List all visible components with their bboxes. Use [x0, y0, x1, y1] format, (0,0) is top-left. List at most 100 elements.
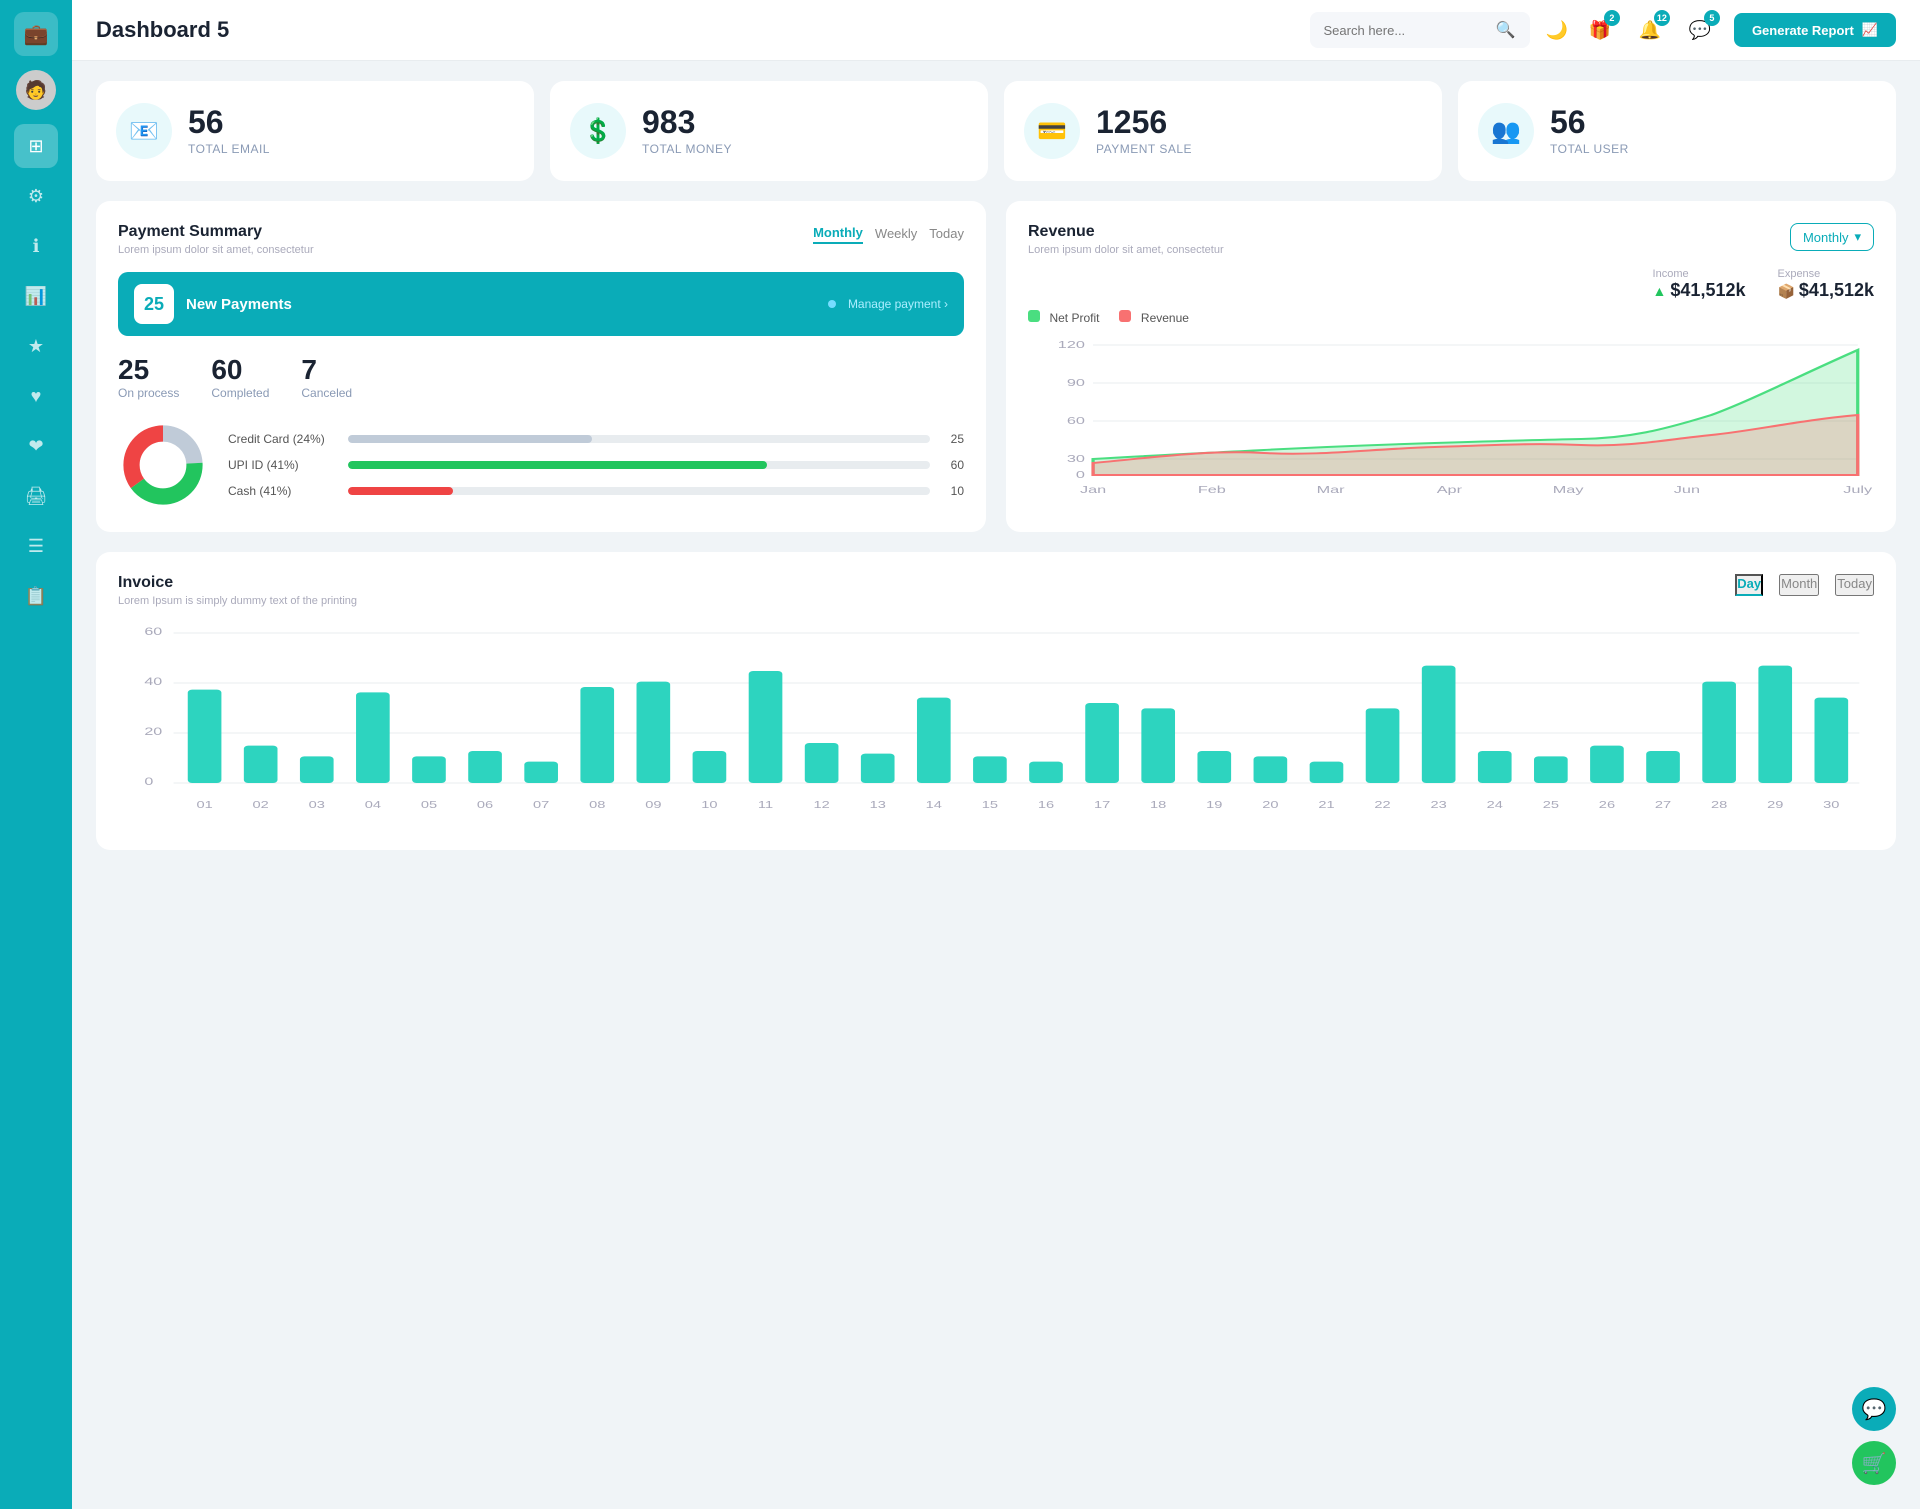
bar-label-28: 28 [1711, 799, 1727, 810]
bar-30 [1814, 698, 1848, 783]
bar-28 [1702, 682, 1736, 783]
bar-27 [1646, 751, 1680, 783]
middle-row: Payment Summary Lorem ipsum dolor sit am… [96, 201, 1896, 532]
bar-25 [1534, 756, 1568, 783]
content-area: 📧 56 TOTAL EMAIL 💲 983 TOTAL MONEY 💳 125… [72, 61, 1920, 870]
chat-badge: 5 [1704, 10, 1720, 26]
revenue-legend: Net Profit Revenue [1028, 309, 1874, 327]
search-input[interactable] [1324, 23, 1488, 38]
payment-summary-header: Payment Summary Lorem ipsum dolor sit am… [118, 223, 964, 256]
bar-18 [1141, 708, 1175, 783]
gift-icon-btn[interactable]: 🎁 2 [1582, 12, 1618, 48]
bar-4 [356, 692, 390, 783]
bar-label-13: 13 [870, 799, 886, 810]
revenue-subtitle: Lorem ipsum dolor sit amet, consectetur [1028, 244, 1224, 256]
tab-weekly[interactable]: Weekly [875, 223, 917, 244]
income-expense-row: Income ▲$41,512k Expense 📦$41,512k [1028, 268, 1874, 301]
page-title: Dashboard 5 [96, 17, 1294, 43]
pb-credit-track [348, 435, 930, 443]
payment-summary-card: Payment Summary Lorem ipsum dolor sit am… [96, 201, 986, 532]
search-box[interactable]: 🔍 [1310, 12, 1530, 48]
svg-text:July: July [1843, 484, 1872, 495]
sidebar-item-info[interactable]: ℹ [14, 224, 58, 268]
bar-1 [188, 690, 222, 783]
invoice-tab-month[interactable]: Month [1779, 574, 1819, 596]
sidebar-item-print[interactable]: 🖨 [14, 474, 58, 518]
dark-mode-icon[interactable]: 🌙 [1546, 20, 1568, 41]
pb-credit-val: 25 [940, 432, 964, 446]
pb-upi-val: 60 [940, 458, 964, 472]
pb-cash-fill [348, 487, 453, 495]
manage-payment-link[interactable]: Manage payment › [848, 297, 948, 311]
money-number: 983 [642, 106, 732, 138]
bar-label-24: 24 [1487, 799, 1503, 810]
bar-5 [412, 756, 446, 783]
svg-text:60: 60 [1067, 415, 1085, 426]
invoice-bar-chart: 60 40 20 0 01020304050607080910111213141… [118, 623, 1874, 828]
email-icon: 📧 [116, 103, 172, 159]
revenue-legend-label: Revenue [1141, 311, 1189, 325]
sidebar-item-chart[interactable]: 📊 [14, 274, 58, 318]
svg-text:20: 20 [144, 725, 162, 737]
pb-cash-val: 10 [940, 484, 964, 498]
cart-fab[interactable]: 🛒 [1852, 1441, 1896, 1485]
sidebar-item-list[interactable]: ☰ [14, 524, 58, 568]
header: Dashboard 5 🔍 🌙 🎁 2 🔔 12 💬 5 Generate Re… [72, 0, 1920, 61]
bar-label-25: 25 [1543, 799, 1559, 810]
stat-card-user: 👥 56 TOTAL USER [1458, 81, 1896, 181]
payment-summary-subtitle: Lorem ipsum dolor sit amet, consectetur [118, 244, 314, 256]
stat-card-money: 💲 983 TOTAL MONEY [550, 81, 988, 181]
completed-num: 60 [211, 354, 269, 386]
sidebar-item-star[interactable]: ★ [14, 324, 58, 368]
revenue-chart: 120 90 60 30 0 Jan Feb Mar Apr [1028, 335, 1874, 495]
revenue-monthly-dropdown[interactable]: Monthly ▾ [1790, 223, 1874, 251]
user-avatar[interactable]: 🧑 [16, 70, 56, 110]
sidebar-item-heart2[interactable]: ❤ [14, 424, 58, 468]
bar-17 [1085, 703, 1119, 783]
svg-text:May: May [1553, 484, 1584, 495]
bar-label-19: 19 [1206, 799, 1222, 810]
bar-24 [1478, 751, 1512, 783]
bar-chart-icon: 📈 [1862, 22, 1878, 38]
bar-label-29: 29 [1767, 799, 1783, 810]
bar-7 [524, 762, 558, 783]
pb-credit-fill [348, 435, 592, 443]
invoice-subtitle: Lorem Ipsum is simply dummy text of the … [118, 595, 357, 607]
tab-today[interactable]: Today [929, 223, 964, 244]
stat-card-payment: 💳 1256 PAYMENT SALE [1004, 81, 1442, 181]
svg-text:90: 90 [1067, 377, 1085, 388]
bar-19 [1197, 751, 1231, 783]
email-label: TOTAL EMAIL [188, 142, 270, 156]
completed-stat: 60 Completed [211, 354, 269, 400]
bar-label-6: 06 [477, 799, 493, 810]
invoice-tabs: Day Month Today [1735, 574, 1874, 596]
generate-report-button[interactable]: Generate Report 📈 [1734, 13, 1896, 47]
canceled-stat: 7 Canceled [301, 354, 352, 400]
tab-monthly[interactable]: Monthly [813, 223, 863, 244]
on-process-label: On process [118, 386, 179, 400]
payment-stats-row: 25 On process 60 Completed 7 Canceled [118, 354, 964, 400]
pb-row-upi: UPI ID (41%) 60 [228, 458, 964, 472]
on-process-stat: 25 On process [118, 354, 179, 400]
sidebar-item-dashboard[interactable]: ⊞ [14, 124, 58, 168]
generate-report-label: Generate Report [1752, 23, 1854, 38]
bar-16 [1029, 762, 1063, 783]
bar-label-8: 08 [589, 799, 605, 810]
header-icons: 🌙 🎁 2 🔔 12 💬 5 [1546, 12, 1718, 48]
bell-icon-btn[interactable]: 🔔 12 [1632, 12, 1668, 48]
bar-2 [244, 746, 278, 783]
expense-icon: 📦 [1777, 283, 1794, 299]
chat-icon-btn[interactable]: 💬 5 [1682, 12, 1718, 48]
support-fab[interactable]: 💬 [1852, 1387, 1896, 1431]
bar-label-26: 26 [1599, 799, 1615, 810]
app-logo[interactable]: 💼 [14, 12, 58, 56]
sidebar-item-heart1[interactable]: ♥ [14, 374, 58, 418]
invoice-tab-day[interactable]: Day [1735, 574, 1763, 596]
sidebar-item-doc[interactable]: 📋 [14, 574, 58, 618]
invoice-tab-today[interactable]: Today [1835, 574, 1874, 596]
pb-upi-label: UPI ID (41%) [228, 458, 338, 472]
money-label: TOTAL MONEY [642, 142, 732, 156]
pb-credit-label: Credit Card (24%) [228, 432, 338, 446]
sidebar-item-settings[interactable]: ⚙ [14, 174, 58, 218]
bar-12 [805, 743, 839, 783]
